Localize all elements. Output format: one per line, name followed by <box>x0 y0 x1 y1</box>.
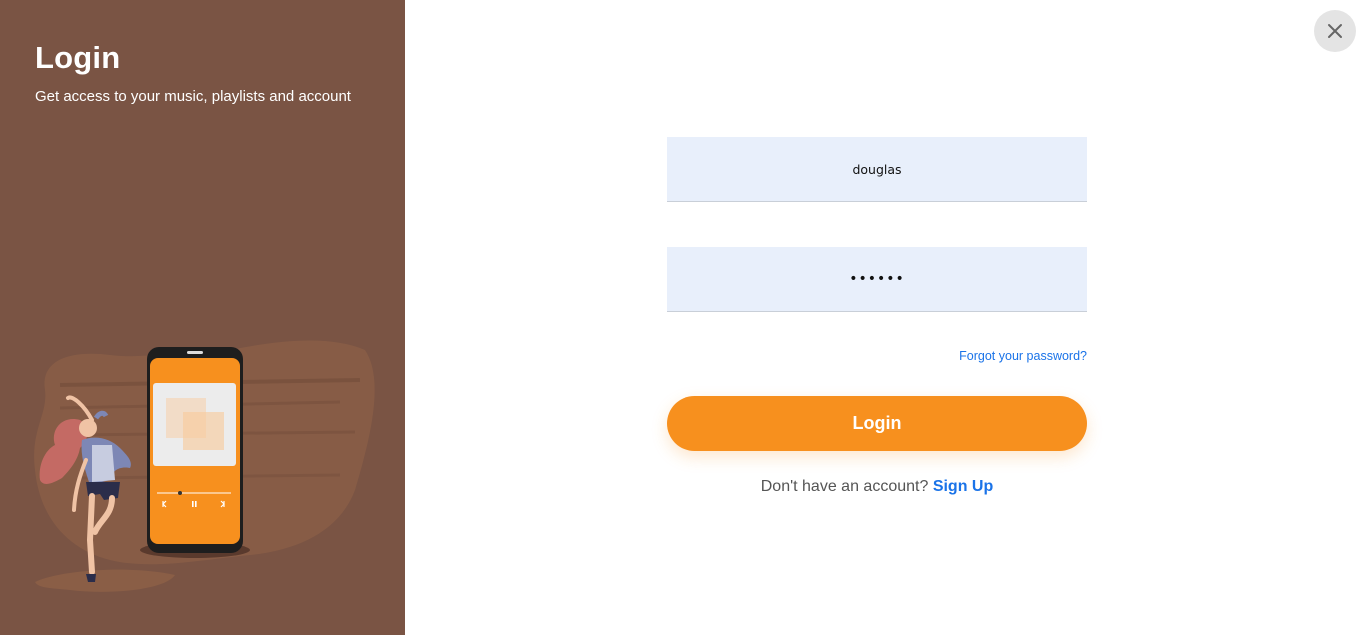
login-page: Login Get access to your music, playlist… <box>0 0 1366 635</box>
close-button[interactable] <box>1314 10 1356 52</box>
progress-knob <box>178 491 182 495</box>
album-art-shape <box>183 412 224 450</box>
signup-prompt: Don't have an account? <box>760 478 929 495</box>
signup-row: Don't have an account? Sign Up <box>667 478 1087 496</box>
music-illustration <box>34 340 375 592</box>
close-icon <box>1328 24 1342 38</box>
left-panel: Login Get access to your music, playlist… <box>0 0 405 635</box>
left-panel-title: Login <box>35 40 121 75</box>
pause-icon <box>192 501 194 507</box>
phone-speaker <box>187 351 203 354</box>
password-field[interactable] <box>667 247 1087 312</box>
woman-leg <box>86 493 95 575</box>
woman-head <box>79 419 97 437</box>
left-panel-subtitle: Get access to your music, playlists and … <box>35 88 351 105</box>
woman-shirt <box>92 445 115 482</box>
username-field[interactable] <box>667 137 1087 202</box>
login-button[interactable]: Login <box>667 396 1087 451</box>
ground-patch <box>35 569 175 592</box>
signup-link[interactable]: Sign Up <box>933 478 993 495</box>
forgot-password-link[interactable]: Forgot your password? <box>900 349 1087 363</box>
